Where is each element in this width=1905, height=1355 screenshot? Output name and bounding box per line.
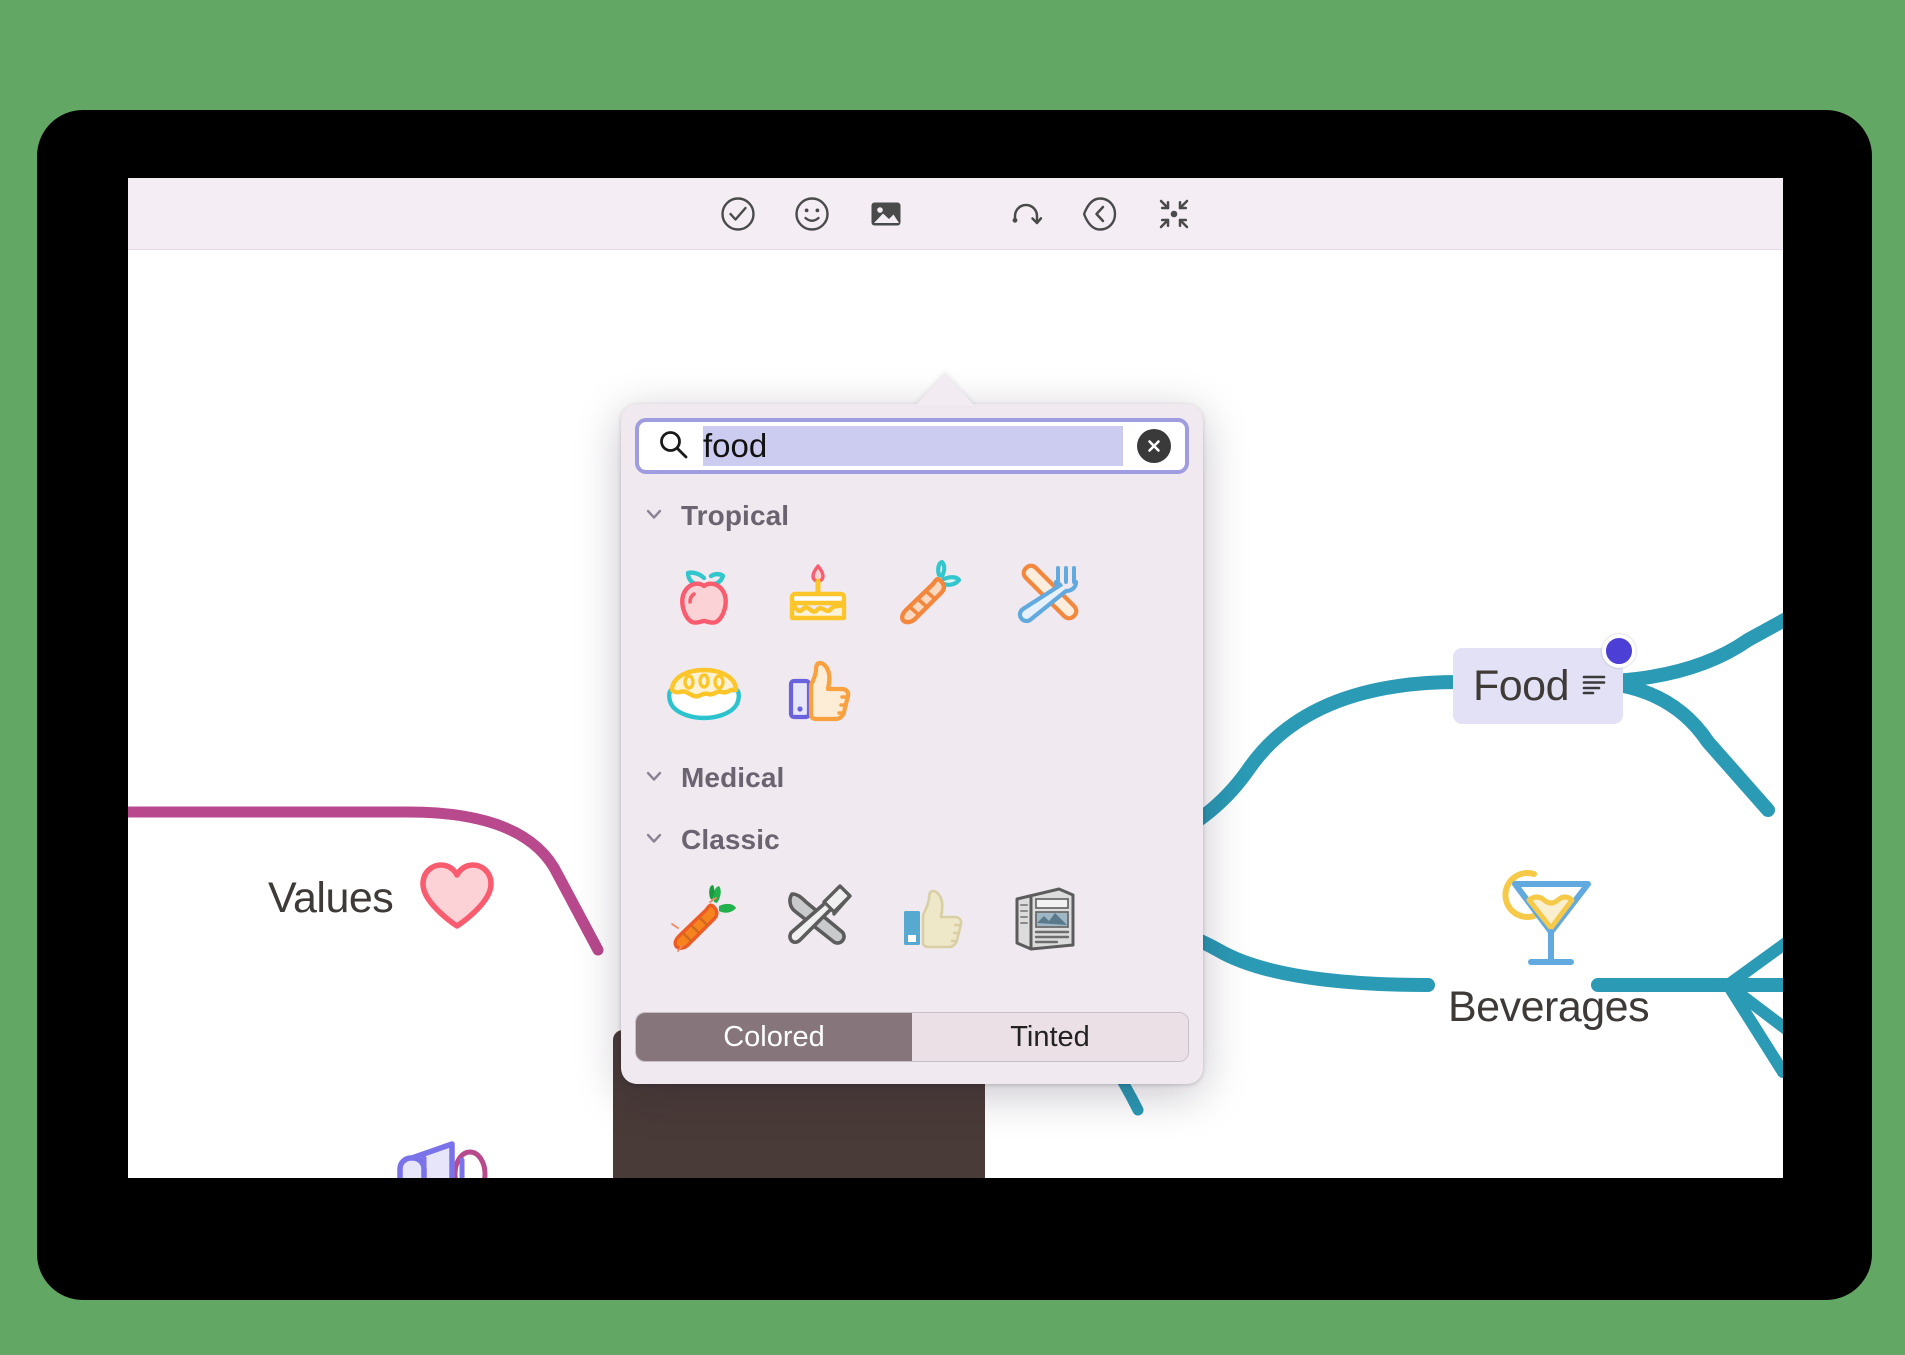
segment-tinted[interactable]: Tinted [912,1013,1188,1061]
emoji-section-title: Classic [681,824,780,855]
emoji-picker-popover: Tropical [621,404,1203,1084]
emoji-grid-tropical [621,542,1203,744]
collapse-inward-arrows-icon [1154,194,1194,234]
collapse-button[interactable] [1137,188,1211,240]
node-food-label: Food [1473,661,1570,710]
emoji-fork-and-knife-classic[interactable] [761,870,875,966]
node-food[interactable]: Food [1453,634,1637,724]
chevron-left-shield-icon [1079,193,1121,235]
toolbar-right-group [989,188,1211,240]
search-icon [657,428,689,465]
emoji-section-header-classic[interactable]: Classic [621,814,1203,866]
app-window: Values Food Beverages food Tropical Medi… [128,178,1783,1178]
notes-lines-icon[interactable] [1579,669,1609,704]
node-food-badge[interactable] [1602,634,1637,668]
emoji-button[interactable] [775,188,849,240]
clear-circle-icon [1148,440,1160,452]
megaphone-icon [390,1130,500,1178]
emoji-section-title: Medical [681,762,785,793]
node-values-label: Values [268,874,394,922]
emoji-carrot-classic[interactable] [647,870,761,966]
node-megaphone[interactable] [390,1130,500,1178]
node-values[interactable]: Values [268,858,499,939]
emoji-newspaper-classic[interactable] [989,870,1103,966]
chevron-down-icon [643,503,665,530]
clear-search-button[interactable] [1137,429,1171,463]
emoji-grid-classic [621,866,1203,972]
cocktail-glass-icon [1484,858,1614,981]
checkmark-circle-icon [718,194,758,234]
emoji-style-segmented-control[interactable]: Colored Tinted [635,1012,1189,1062]
emoji-pie[interactable] [647,642,761,738]
emoji-fork-and-knife[interactable] [989,546,1103,642]
emoji-birthday-cake[interactable] [761,546,875,642]
image-icon [866,194,906,234]
back-button[interactable] [1063,188,1137,240]
emoji-carrot[interactable] [875,546,989,642]
emoji-apple[interactable] [647,546,761,642]
emoji-thumbs-up[interactable] [761,642,875,738]
image-button[interactable] [849,188,923,240]
emoji-thumbs-up-classic[interactable] [875,870,989,966]
node-beverages[interactable]: Beverages [1448,858,1650,1032]
emoji-results-list[interactable]: Tropical Medical Classic [621,490,1203,1000]
emoji-section-title: Tropical [681,500,790,531]
chevron-down-icon [643,765,665,792]
emoji-picker-footer: Colored Tinted [621,1012,1203,1084]
toolbar-left-group [701,188,923,240]
emoji-search-field[interactable] [635,418,1189,474]
toolbar [128,178,1783,250]
emoji-section-header-tropical[interactable]: Tropical [621,490,1203,542]
segment-colored[interactable]: Colored [636,1013,912,1061]
emoji-search-input[interactable] [703,426,1123,466]
node-beverages-label: Beverages [1448,983,1650,1031]
redo-button[interactable] [989,188,1063,240]
emoji-grid-medical [621,804,1203,814]
emoji-section-header-medical[interactable]: Medical [621,752,1203,804]
popover-arrow [915,374,975,406]
chevron-down-icon [643,827,665,854]
smiley-face-icon [792,194,832,234]
task-checkmark-button[interactable] [701,188,775,240]
heart-icon [415,858,499,939]
redo-arrow-icon [1006,194,1046,234]
